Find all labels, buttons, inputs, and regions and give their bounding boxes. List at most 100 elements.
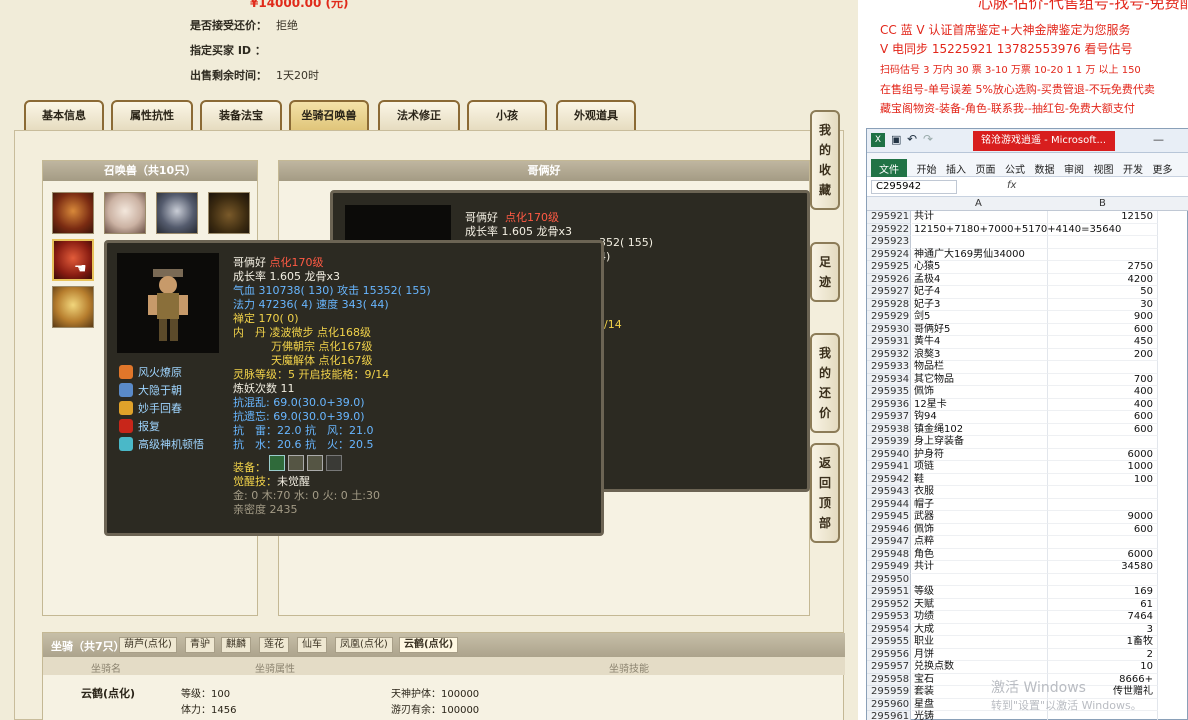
- ribbon-tab[interactable]: 开发: [1123, 161, 1143, 176]
- summon-thumb[interactable]: [52, 286, 94, 328]
- cell-a[interactable]: 心猿5: [912, 261, 1048, 274]
- cell-a[interactable]: 钩94: [912, 411, 1048, 424]
- cell-a[interactable]: 职业: [912, 636, 1048, 649]
- tab-equipment[interactable]: 装备法宝: [200, 100, 282, 132]
- cell-b[interactable]: [1048, 223, 1158, 236]
- sheet-row[interactable]: 295942 鞋 100: [867, 473, 1188, 486]
- cell-a[interactable]: 项链: [912, 461, 1048, 474]
- cell-a[interactable]: 点粹: [912, 536, 1048, 549]
- cell-a[interactable]: 武器: [912, 511, 1048, 524]
- cell-b[interactable]: 200: [1048, 348, 1158, 361]
- sheet-row[interactable]: 295928 妃子3 30: [867, 298, 1188, 311]
- summon-thumb[interactable]: [52, 192, 94, 234]
- mount-tab[interactable]: 莲花: [259, 637, 289, 653]
- cell-b[interactable]: 34580: [1048, 561, 1158, 574]
- cell-b[interactable]: 1000: [1048, 461, 1158, 474]
- equip-slot-icon[interactable]: [307, 455, 323, 471]
- cell-b[interactable]: 6000: [1048, 448, 1158, 461]
- ribbon-tab-file[interactable]: 文件: [871, 159, 907, 178]
- summon-thumb-selected[interactable]: ☚: [52, 239, 94, 281]
- save-icon[interactable]: ▣: [891, 133, 901, 146]
- back-to-top-button[interactable]: 返回顶部: [810, 443, 840, 543]
- name-box[interactable]: C295942: [871, 180, 957, 194]
- cell-b[interactable]: 169: [1048, 586, 1158, 599]
- tab-attributes[interactable]: 属性抗性: [111, 100, 193, 132]
- cell-a[interactable]: 12150+7180+7000+5170+4140=35640: [912, 223, 1121, 236]
- sheet-grid[interactable]: 295921 共计 12150 295922 12150+7180+7000+5170+…: [867, 211, 1188, 720]
- summon-thumb[interactable]: [156, 192, 198, 234]
- cell-b[interactable]: 600: [1048, 523, 1158, 536]
- cell-a[interactable]: 浪獒3: [912, 348, 1048, 361]
- cell-a[interactable]: 等级: [912, 586, 1048, 599]
- cell-a[interactable]: 哥俩好5: [912, 323, 1048, 336]
- cell-b[interactable]: 900: [1048, 311, 1158, 324]
- cell-a[interactable]: 天赋: [912, 598, 1048, 611]
- cell-b[interactable]: 9000: [1048, 511, 1158, 524]
- cell-b[interactable]: 600: [1048, 323, 1158, 336]
- mount-tab[interactable]: 仙车: [297, 637, 327, 653]
- cell-a[interactable]: 镇金绳102: [912, 423, 1048, 436]
- ribbon-tab[interactable]: 页面: [976, 161, 996, 176]
- cell-b[interactable]: [1048, 573, 1158, 586]
- sheet-row[interactable]: 295926 孟极4 4200: [867, 273, 1188, 286]
- cell-a[interactable]: 衣服: [912, 486, 1048, 499]
- cell-b[interactable]: [1048, 498, 1158, 511]
- cell-b[interactable]: 400: [1048, 398, 1158, 411]
- mount-tab[interactable]: 凤凰(点化): [335, 637, 393, 653]
- cell-b[interactable]: 400: [1048, 386, 1158, 399]
- tab-mounts-summons[interactable]: 坐骑召唤兽: [289, 100, 369, 132]
- mount-tab[interactable]: 葫芦(点化): [119, 637, 177, 653]
- mount-tab-active[interactable]: 云鹤(点化): [399, 637, 459, 653]
- sheet-row[interactable]: 295941 项链 1000: [867, 461, 1188, 474]
- cell-a[interactable]: 12星卡: [912, 398, 1048, 411]
- summon-thumb[interactable]: [208, 192, 250, 234]
- sheet-row[interactable]: 295930 哥俩好5 600: [867, 323, 1188, 336]
- cell-a[interactable]: 月饼: [912, 648, 1048, 661]
- sheet-row[interactable]: 295924 神通广大169男仙34000: [867, 248, 1188, 261]
- summon-thumb[interactable]: [104, 192, 146, 234]
- cell-a[interactable]: 共计: [912, 211, 1048, 224]
- cell-a[interactable]: 孟极4: [912, 273, 1048, 286]
- sheet-row[interactable]: 295935 佩饰 400: [867, 386, 1188, 399]
- cell-a[interactable]: 功绩: [912, 611, 1048, 624]
- cell-a[interactable]: 神通广大169男仙34000: [912, 248, 1048, 261]
- sheet-row[interactable]: 295948 角色 6000: [867, 548, 1188, 561]
- sheet-row[interactable]: 295927 妃子4 50: [867, 286, 1188, 299]
- cell-b[interactable]: [1048, 436, 1158, 449]
- sheet-row[interactable]: 295945 武器 9000: [867, 511, 1188, 524]
- sheet-row[interactable]: 295936 12星卡 400: [867, 398, 1188, 411]
- footprints-button[interactable]: 足迹: [810, 242, 840, 302]
- cell-b[interactable]: 3: [1048, 623, 1158, 636]
- ribbon-tab[interactable]: 公式: [1005, 161, 1025, 176]
- sheet-row[interactable]: 295943 衣服: [867, 486, 1188, 499]
- cell-a[interactable]: 角色: [912, 548, 1048, 561]
- sheet-row[interactable]: 295953 功绩 7464: [867, 611, 1188, 624]
- sheet-row[interactable]: 295934 其它物品 700: [867, 373, 1188, 386]
- cell-a[interactable]: 兑换点数: [912, 661, 1048, 674]
- equip-slot-icon[interactable]: [288, 455, 304, 471]
- sheet-row[interactable]: 295933 物品栏: [867, 361, 1188, 374]
- cell-a[interactable]: 其它物品: [912, 373, 1048, 386]
- sheet-row[interactable]: 295923: [867, 236, 1188, 249]
- mount-tab[interactable]: 麒麟: [221, 637, 251, 653]
- redo-icon[interactable]: ↷: [923, 132, 933, 146]
- tab-appearance[interactable]: 外观道具: [556, 100, 636, 132]
- cell-a[interactable]: 妃子3: [912, 298, 1048, 311]
- sheet-row[interactable]: 295921 共计 12150: [867, 211, 1188, 224]
- cell-b[interactable]: 61: [1048, 598, 1158, 611]
- my-favorites-button[interactable]: 我的收藏: [810, 110, 840, 210]
- tab-spell-correction[interactable]: 法术修正: [378, 100, 460, 132]
- taskbar-item[interactable]: 铭沧游戏逍遥 - Microsoft...: [973, 131, 1115, 151]
- cell-a[interactable]: [912, 236, 1048, 249]
- sheet-row[interactable]: 295931 黄牛4 450: [867, 336, 1188, 349]
- cell-a[interactable]: 佩饰: [912, 386, 1048, 399]
- cell-a[interactable]: 大成: [912, 623, 1048, 636]
- cell-b[interactable]: [1048, 536, 1158, 549]
- cell-b[interactable]: 30: [1048, 298, 1158, 311]
- cell-b[interactable]: 4200: [1048, 273, 1158, 286]
- cell-b[interactable]: 2: [1048, 648, 1158, 661]
- cell-b[interactable]: 600: [1048, 411, 1158, 424]
- cell-b[interactable]: 1畜牧: [1048, 636, 1158, 649]
- cell-b[interactable]: [1048, 236, 1158, 249]
- undo-icon[interactable]: ↶: [907, 132, 917, 146]
